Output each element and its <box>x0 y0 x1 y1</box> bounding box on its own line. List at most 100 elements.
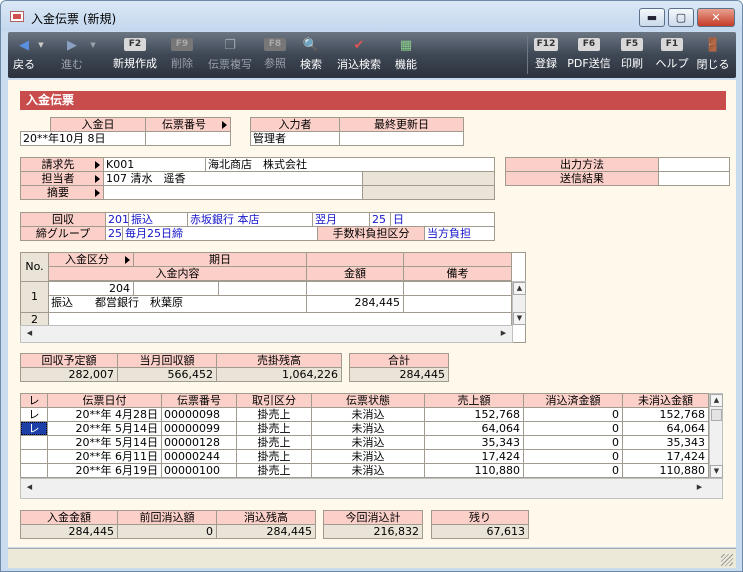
back-dropdown-icon[interactable]: ▼ <box>36 37 46 54</box>
row-check[interactable]: レ <box>20 421 48 436</box>
collection-method: 振込 <box>128 212 188 227</box>
row-check[interactable] <box>20 449 48 464</box>
cleared-amount: 0 <box>523 407 623 422</box>
fee-value[interactable]: 当方負担 <box>424 226 495 241</box>
slip-number: 00000128 <box>161 435 237 450</box>
clear-search-button[interactable]: ✔ 消込検索 <box>330 35 388 75</box>
sales-amount: 152,768 <box>424 407 524 422</box>
slip-status: 未消込 <box>311 449 425 464</box>
copy-slip-button[interactable]: ❐ 伝票複写 <box>202 35 258 75</box>
closing-group-code[interactable]: 25 <box>105 226 123 241</box>
reference-button[interactable]: F8 参照 <box>260 35 290 75</box>
scroll-left-icon[interactable]: ◀ <box>23 482 36 495</box>
detail-hscroll[interactable]: ◀ ▶ <box>20 325 513 343</box>
sales-header: 売上額 <box>424 393 524 408</box>
ar-balance-value: 1,064,226 <box>216 367 342 382</box>
uncleared-amount: 110,880 <box>622 463 709 478</box>
slip-number: 00000099 <box>161 421 237 436</box>
row1-amount[interactable]: 284,445 <box>306 295 404 313</box>
person-name: 清水 遥香 <box>130 172 186 185</box>
note-header: 備考 <box>403 266 512 281</box>
form-area: 入金伝票 入金日 伝票番号 20**年10月 8日 入力者 最終更新日 管理者 … <box>8 80 736 547</box>
person-input[interactable]: 107 清水 遥香 <box>103 171 363 186</box>
trade-type: 掛売上 <box>236 421 312 436</box>
slip-status-header: 伝票状態 <box>311 393 425 408</box>
summary-extra <box>362 185 495 200</box>
collection-day-code[interactable]: 25 <box>369 212 391 227</box>
resize-grip-icon[interactable] <box>721 554 733 566</box>
slip-number: 00000100 <box>161 463 237 478</box>
uncleared-amount: 64,064 <box>622 421 709 436</box>
row1-content[interactable]: 振込 都営銀行 秋葉原 <box>48 295 307 313</box>
invoice-vscroll[interactable]: ▲ ▼ <box>709 393 723 478</box>
scroll-right-icon[interactable]: ▶ <box>693 482 706 495</box>
search-button[interactable]: 🔍 検索 <box>296 35 326 75</box>
scroll-thumb[interactable] <box>711 409 722 421</box>
register-button[interactable]: F12 登録 <box>530 35 562 75</box>
scroll-right-icon[interactable]: ▶ <box>497 328 510 341</box>
collection-month[interactable]: 翌月 <box>312 212 370 227</box>
pdf-send-button[interactable]: F6 PDF送信 <box>564 35 614 75</box>
row-check[interactable] <box>20 435 48 450</box>
uncleared-amount: 152,768 <box>622 407 709 422</box>
summary-label[interactable]: 摘要 <box>20 185 104 200</box>
invoice-hscroll[interactable]: ◀ ▶ <box>20 478 723 499</box>
type-header[interactable]: 入金区分 <box>48 252 134 267</box>
uncleared-amount: 17,424 <box>622 449 709 464</box>
function-button[interactable]: ▦ 機能 <box>390 35 422 75</box>
minimize-button[interactable]: ▬ <box>639 8 665 27</box>
print-button[interactable]: F5 印刷 <box>618 35 646 75</box>
amount-header: 金額 <box>306 266 404 281</box>
row1-code[interactable]: 204 <box>48 281 134 296</box>
forward-dropdown-icon[interactable]: ▼ <box>88 37 98 54</box>
row1-note[interactable] <box>403 295 512 313</box>
slip-status: 未消込 <box>311 463 425 478</box>
close-button[interactable]: ✕ <box>697 8 735 27</box>
date-input[interactable]: 20**年10月 8日 <box>20 131 146 146</box>
detail-grid: No. 入金区分 期日 入金内容 金額 備考 1 204 振込 都営銀行 秋葉原… <box>20 252 526 343</box>
scroll-left-icon[interactable]: ◀ <box>23 328 36 341</box>
cleared-amount: 0 <box>523 449 623 464</box>
scroll-up-icon[interactable]: ▲ <box>513 282 526 295</box>
trade-type-header: 取引区分 <box>236 393 312 408</box>
scroll-down-icon[interactable]: ▼ <box>710 465 723 478</box>
back-button[interactable]: ◀ 戻る <box>10 35 38 75</box>
forward-button[interactable]: ▶ 進む <box>56 35 88 75</box>
help-button[interactable]: F1 ヘルプ <box>654 35 690 75</box>
new-button[interactable]: F2 新規作成 <box>108 35 162 75</box>
bill-to-code[interactable]: K001 <box>103 157 206 172</box>
summary-input[interactable] <box>103 185 363 200</box>
scroll-down-icon[interactable]: ▼ <box>513 312 526 325</box>
sales-amount: 35,343 <box>424 435 524 450</box>
output-method-value[interactable] <box>658 157 730 172</box>
detail-vscroll[interactable]: ▲ ▼ <box>512 281 526 325</box>
row-check[interactable]: レ <box>20 407 48 422</box>
clear-remain-value: 284,445 <box>216 524 316 539</box>
delete-button[interactable]: F9 削除 <box>166 35 198 75</box>
slip-number: 00000098 <box>161 407 237 422</box>
slip-date: 20**年 5月14日 <box>47 421 162 436</box>
ar-balance-label: 売掛残高 <box>216 353 342 368</box>
closing-group-value: 毎月25日締 <box>122 226 318 241</box>
f12-key-icon: F12 <box>534 38 558 51</box>
scroll-up-icon[interactable]: ▲ <box>710 394 723 407</box>
collection-code[interactable]: 201 <box>105 212 129 227</box>
cleared-amount: 0 <box>523 463 623 478</box>
maximize-button[interactable]: ▢ <box>668 8 694 27</box>
prev-cleared-value: 0 <box>117 524 217 539</box>
close-form-button[interactable]: 🚪 閉じる <box>694 35 732 75</box>
uncleared-amount: 35,343 <box>622 435 709 450</box>
slip-no-label[interactable]: 伝票番号 <box>145 117 231 132</box>
check-search-icon: ✔ <box>353 38 365 53</box>
f8-key-icon: F8 <box>264 38 286 51</box>
slip-no-input[interactable] <box>145 131 231 146</box>
row-check[interactable] <box>20 463 48 478</box>
function-icon: ▦ <box>399 38 413 53</box>
person-label[interactable]: 担当者 <box>20 171 104 186</box>
copy-icon: ❐ <box>224 38 236 53</box>
uncleared-header: 未消込金額 <box>622 393 709 408</box>
slip-date-header: 伝票日付 <box>47 393 162 408</box>
status-bar <box>8 548 736 568</box>
bill-to-label[interactable]: 請求先 <box>20 157 104 172</box>
back-arrow-icon: ◀ <box>19 38 29 53</box>
